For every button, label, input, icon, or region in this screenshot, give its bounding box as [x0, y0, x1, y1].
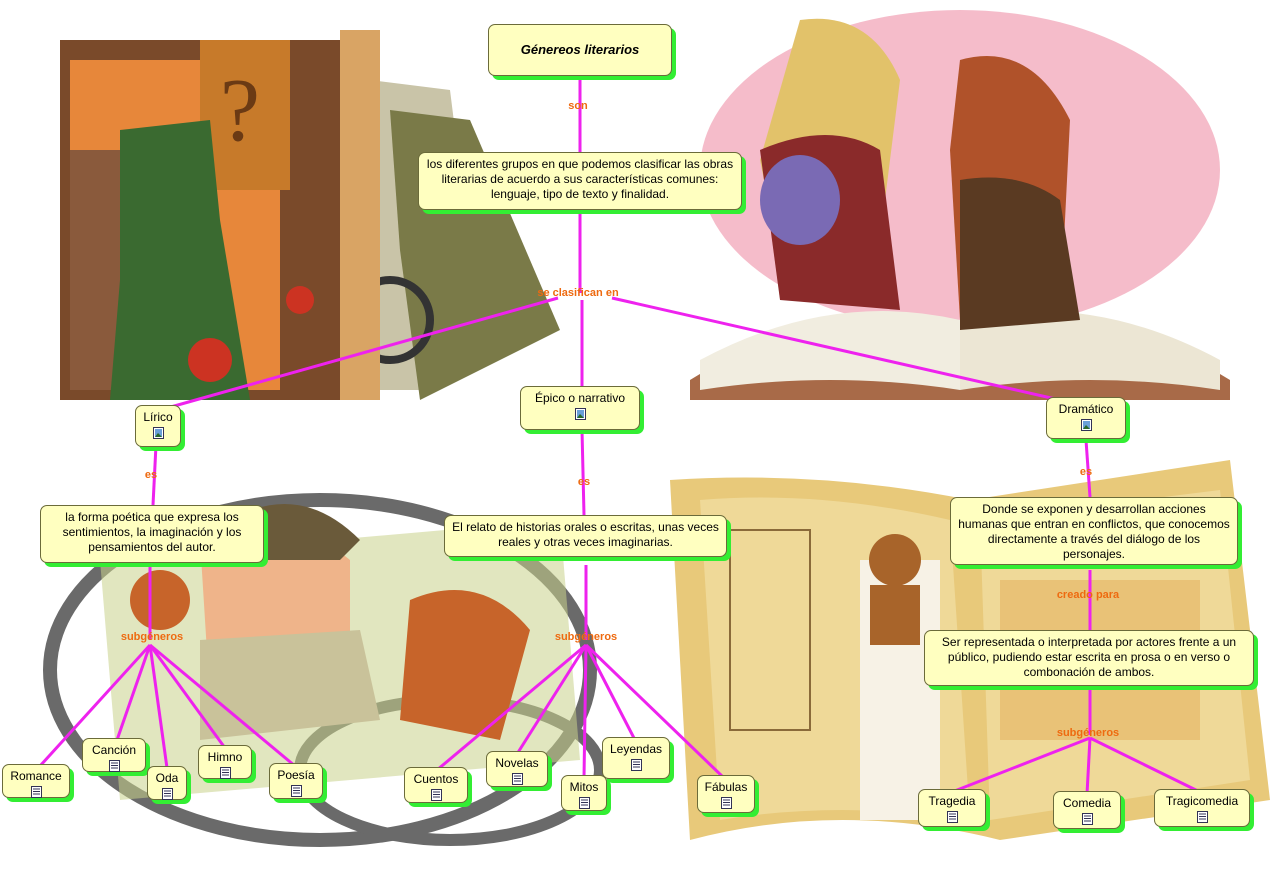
subgenre-tragedia[interactable]: Tragedia: [918, 789, 986, 827]
link-label-subgeneros-lirico: subgéneros: [120, 631, 184, 643]
document-icon[interactable]: [290, 785, 302, 797]
image-icon[interactable]: [152, 427, 164, 439]
image-icon[interactable]: [574, 408, 586, 420]
document-icon[interactable]: [108, 760, 120, 772]
subgenre-poesia[interactable]: Poesía: [269, 763, 323, 799]
lirico-description-text: la forma poética que expresa los sentimi…: [62, 510, 242, 554]
genre-dramatico[interactable]: Dramático: [1046, 397, 1126, 439]
link-label-subgeneros-dramatico: subgéneros: [1056, 727, 1120, 739]
epico-description-text: El relato de historias orales o escritas…: [452, 520, 719, 549]
document-icon[interactable]: [946, 811, 958, 823]
definition-text: los diferentes grupos en que podemos cla…: [426, 157, 734, 201]
link-line: [580, 429, 586, 516]
document-icon[interactable]: [578, 797, 590, 809]
subgenre-fabulas[interactable]: Fábulas: [697, 775, 755, 813]
subgenre-romance[interactable]: Romance: [2, 764, 70, 798]
link-line: [115, 644, 152, 741]
subgenre-label: Romance: [10, 769, 62, 783]
genre-dramatico-label: Dramático: [1058, 402, 1114, 416]
document-icon[interactable]: [720, 797, 732, 809]
genre-epico-label: Épico o narrativo: [534, 391, 626, 405]
subgenre-mitos[interactable]: Mitos: [561, 775, 607, 811]
dramatico-purpose[interactable]: Ser representada o interpretada por acto…: [924, 630, 1254, 686]
subgenre-cancion[interactable]: Canción: [82, 738, 146, 772]
document-icon[interactable]: [1196, 811, 1208, 823]
subgenre-cuentos[interactable]: Cuentos: [404, 767, 468, 803]
link-line: [1089, 736, 1201, 794]
link-label-subgeneros-epico: subgéneros: [554, 631, 618, 643]
link-line: [951, 736, 1091, 794]
root-concept-title[interactable]: Génereos literarios: [488, 24, 672, 76]
document-icon[interactable]: [630, 759, 642, 771]
link-label-es-epico: es: [577, 476, 591, 488]
link-label-son: son: [568, 100, 588, 112]
link-label-es-lirico: es: [144, 469, 158, 481]
epico-description[interactable]: El relato de historias orales o escritas…: [444, 515, 727, 557]
subgenre-label: Novelas: [495, 756, 539, 770]
document-icon[interactable]: [430, 789, 442, 801]
subgenre-label: Comedia: [1062, 796, 1112, 810]
subgenre-label: Cuentos: [413, 772, 459, 786]
subgenre-label: Himno: [207, 750, 243, 764]
subgenre-novelas[interactable]: Novelas: [486, 751, 548, 787]
subgenre-label: Canción: [91, 743, 137, 757]
genre-epico[interactable]: Épico o narrativo: [520, 386, 640, 430]
link-label-se-clasifican-en: se clasifican en: [537, 287, 619, 299]
subgenre-label: Mitos: [569, 780, 599, 794]
link-line: [515, 644, 588, 755]
link-line: [584, 644, 637, 741]
dramatico-description-text: Donde se exponen y desarrollan acciones …: [958, 502, 1230, 561]
document-icon[interactable]: [30, 786, 42, 798]
image-icon[interactable]: [1080, 419, 1092, 431]
subgenre-himno[interactable]: Himno: [198, 745, 252, 779]
genre-lirico-label: Lírico: [143, 410, 173, 424]
document-icon[interactable]: [161, 788, 173, 800]
genre-lirico[interactable]: Lírico: [135, 405, 181, 447]
subgenre-label: Poesía: [277, 768, 315, 782]
link-line: [611, 296, 1061, 402]
subgenre-label: Fábulas: [704, 780, 748, 794]
link-line: [582, 644, 588, 779]
subgenre-label: Tragedia: [928, 794, 976, 808]
subgenre-label: Oda: [155, 771, 179, 785]
link-label-creado-para: creado para: [1056, 589, 1120, 601]
link-label-es-dramatico: es: [1079, 466, 1093, 478]
dramatico-description[interactable]: Donde se exponen y desarrollan acciones …: [950, 497, 1238, 565]
document-icon[interactable]: [1081, 813, 1093, 825]
root-concept-label: Génereos literarios: [520, 42, 640, 57]
dramatico-purpose-text: Ser representada o interpretada por acto…: [941, 635, 1237, 679]
link-line: [159, 296, 559, 412]
link-line: [1085, 737, 1092, 795]
lirico-description[interactable]: la forma poética que expresa los sentimi…: [40, 505, 264, 563]
subgenre-label: Tragicomedia: [1165, 794, 1239, 808]
subgenre-tragicomedia[interactable]: Tragicomedia: [1154, 789, 1250, 827]
subgenre-oda[interactable]: Oda: [147, 766, 187, 800]
document-icon[interactable]: [219, 767, 231, 779]
subgenre-comedia[interactable]: Comedia: [1053, 791, 1121, 829]
document-icon[interactable]: [511, 773, 523, 785]
subgenre-leyendas[interactable]: Leyendas: [602, 737, 670, 779]
definition-concept[interactable]: los diferentes grupos en que podemos cla…: [418, 152, 742, 210]
subgenre-label: Leyendas: [609, 742, 663, 756]
